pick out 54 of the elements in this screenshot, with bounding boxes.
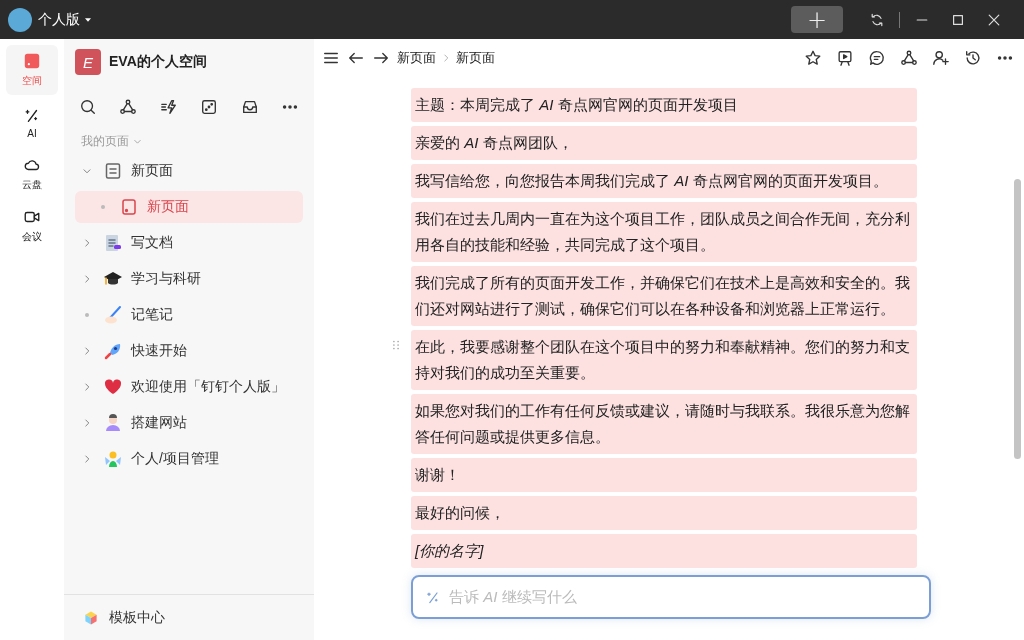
- cube-icon: [83, 609, 99, 626]
- star-icon[interactable]: [804, 49, 822, 67]
- space-title: EVA的个人空间: [109, 53, 207, 71]
- document-icon: [103, 233, 123, 253]
- space-avatar: E: [75, 49, 101, 75]
- bullet-dot: [101, 205, 105, 209]
- new-tab-button[interactable]: +: [791, 6, 843, 33]
- scrollbar-thumb[interactable]: [1014, 179, 1021, 459]
- dice-icon[interactable]: [200, 98, 219, 116]
- paragraph: 最好的问候，: [411, 496, 917, 530]
- bullet-dot: [85, 313, 89, 317]
- add-user-icon[interactable]: [932, 49, 950, 67]
- breadcrumb-link[interactable]: 新页面: [397, 49, 436, 67]
- tree-item[interactable]: 个人/项目管理: [75, 443, 303, 475]
- lightning-icon[interactable]: [159, 98, 178, 116]
- space-icon: [23, 52, 41, 70]
- page-icon: [119, 197, 139, 217]
- paragraph: [你的名字]: [411, 534, 917, 568]
- refresh-icon[interactable]: [869, 11, 885, 28]
- history-icon[interactable]: [964, 49, 982, 67]
- document-icon: [103, 161, 123, 181]
- share-nodes-icon[interactable]: [119, 98, 138, 116]
- tree-item[interactable]: 新页面: [75, 155, 303, 187]
- tree-item[interactable]: 欢迎使用「钉钉个人版」: [75, 371, 303, 403]
- comment-icon[interactable]: [868, 49, 886, 67]
- rail-tab[interactable]: 会议: [6, 201, 58, 251]
- rocket-icon: [103, 341, 123, 361]
- inbox-icon[interactable]: [240, 98, 259, 116]
- paragraph: 亲爱的 AI 奇点网团队，: [411, 126, 917, 160]
- artist-icon: [103, 413, 123, 433]
- paragraph: 主题：本周完成了 AI 奇点网官网的页面开发项目: [411, 88, 917, 122]
- tree-item[interactable]: 新页面: [75, 191, 303, 223]
- fairy-icon: [103, 449, 123, 469]
- breadcrumb-link[interactable]: 新页面: [456, 49, 495, 67]
- paragraph: 如果您对我们的工作有任何反馈或建议，请随时与我联系。我很乐意为您解答任何问题或提供更多信息。: [411, 394, 917, 454]
- rail-tab[interactable]: AI: [6, 97, 58, 147]
- share-nodes-icon[interactable]: [900, 49, 918, 67]
- paragraph: 我们完成了所有的页面开发工作，并确保它们在技术上是高效和安全的。我们还对网站进行了测试，确保它们可以在各种设备和浏览器上正常运行。: [411, 266, 917, 326]
- tree-item[interactable]: 快速开始: [75, 335, 303, 367]
- tree-item[interactable]: 记笔记: [75, 299, 303, 331]
- edition-switcher[interactable]: 个人版: [38, 10, 94, 29]
- rail-tab[interactable]: 云盘: [6, 149, 58, 199]
- avatar[interactable]: [8, 7, 32, 32]
- heart-icon: [103, 377, 123, 397]
- tree-item[interactable]: 写文档: [75, 227, 303, 259]
- tree-item[interactable]: 学习与科研: [75, 263, 303, 295]
- search-icon[interactable]: [79, 98, 97, 116]
- paragraph: 我写信给您，向您报告本周我们完成了 AI 奇点网官网的页面开发项目。: [411, 164, 917, 198]
- paragraph: 在此，我要感谢整个团队在这个项目中的努力和奉献精神。您们的努力和支持对我们的成功至关重要。: [411, 330, 917, 390]
- paragraph: 我们在过去几周内一直在为这个项目工作，团队成员之间合作无间，充分利用各自的技能和经验，共同完成了这个项目。: [411, 202, 917, 262]
- writing-hand-icon: [103, 305, 123, 325]
- presentation-icon[interactable]: [836, 49, 854, 67]
- tree-item[interactable]: 搭建网站: [75, 407, 303, 439]
- paragraph: 谢谢！: [411, 458, 917, 492]
